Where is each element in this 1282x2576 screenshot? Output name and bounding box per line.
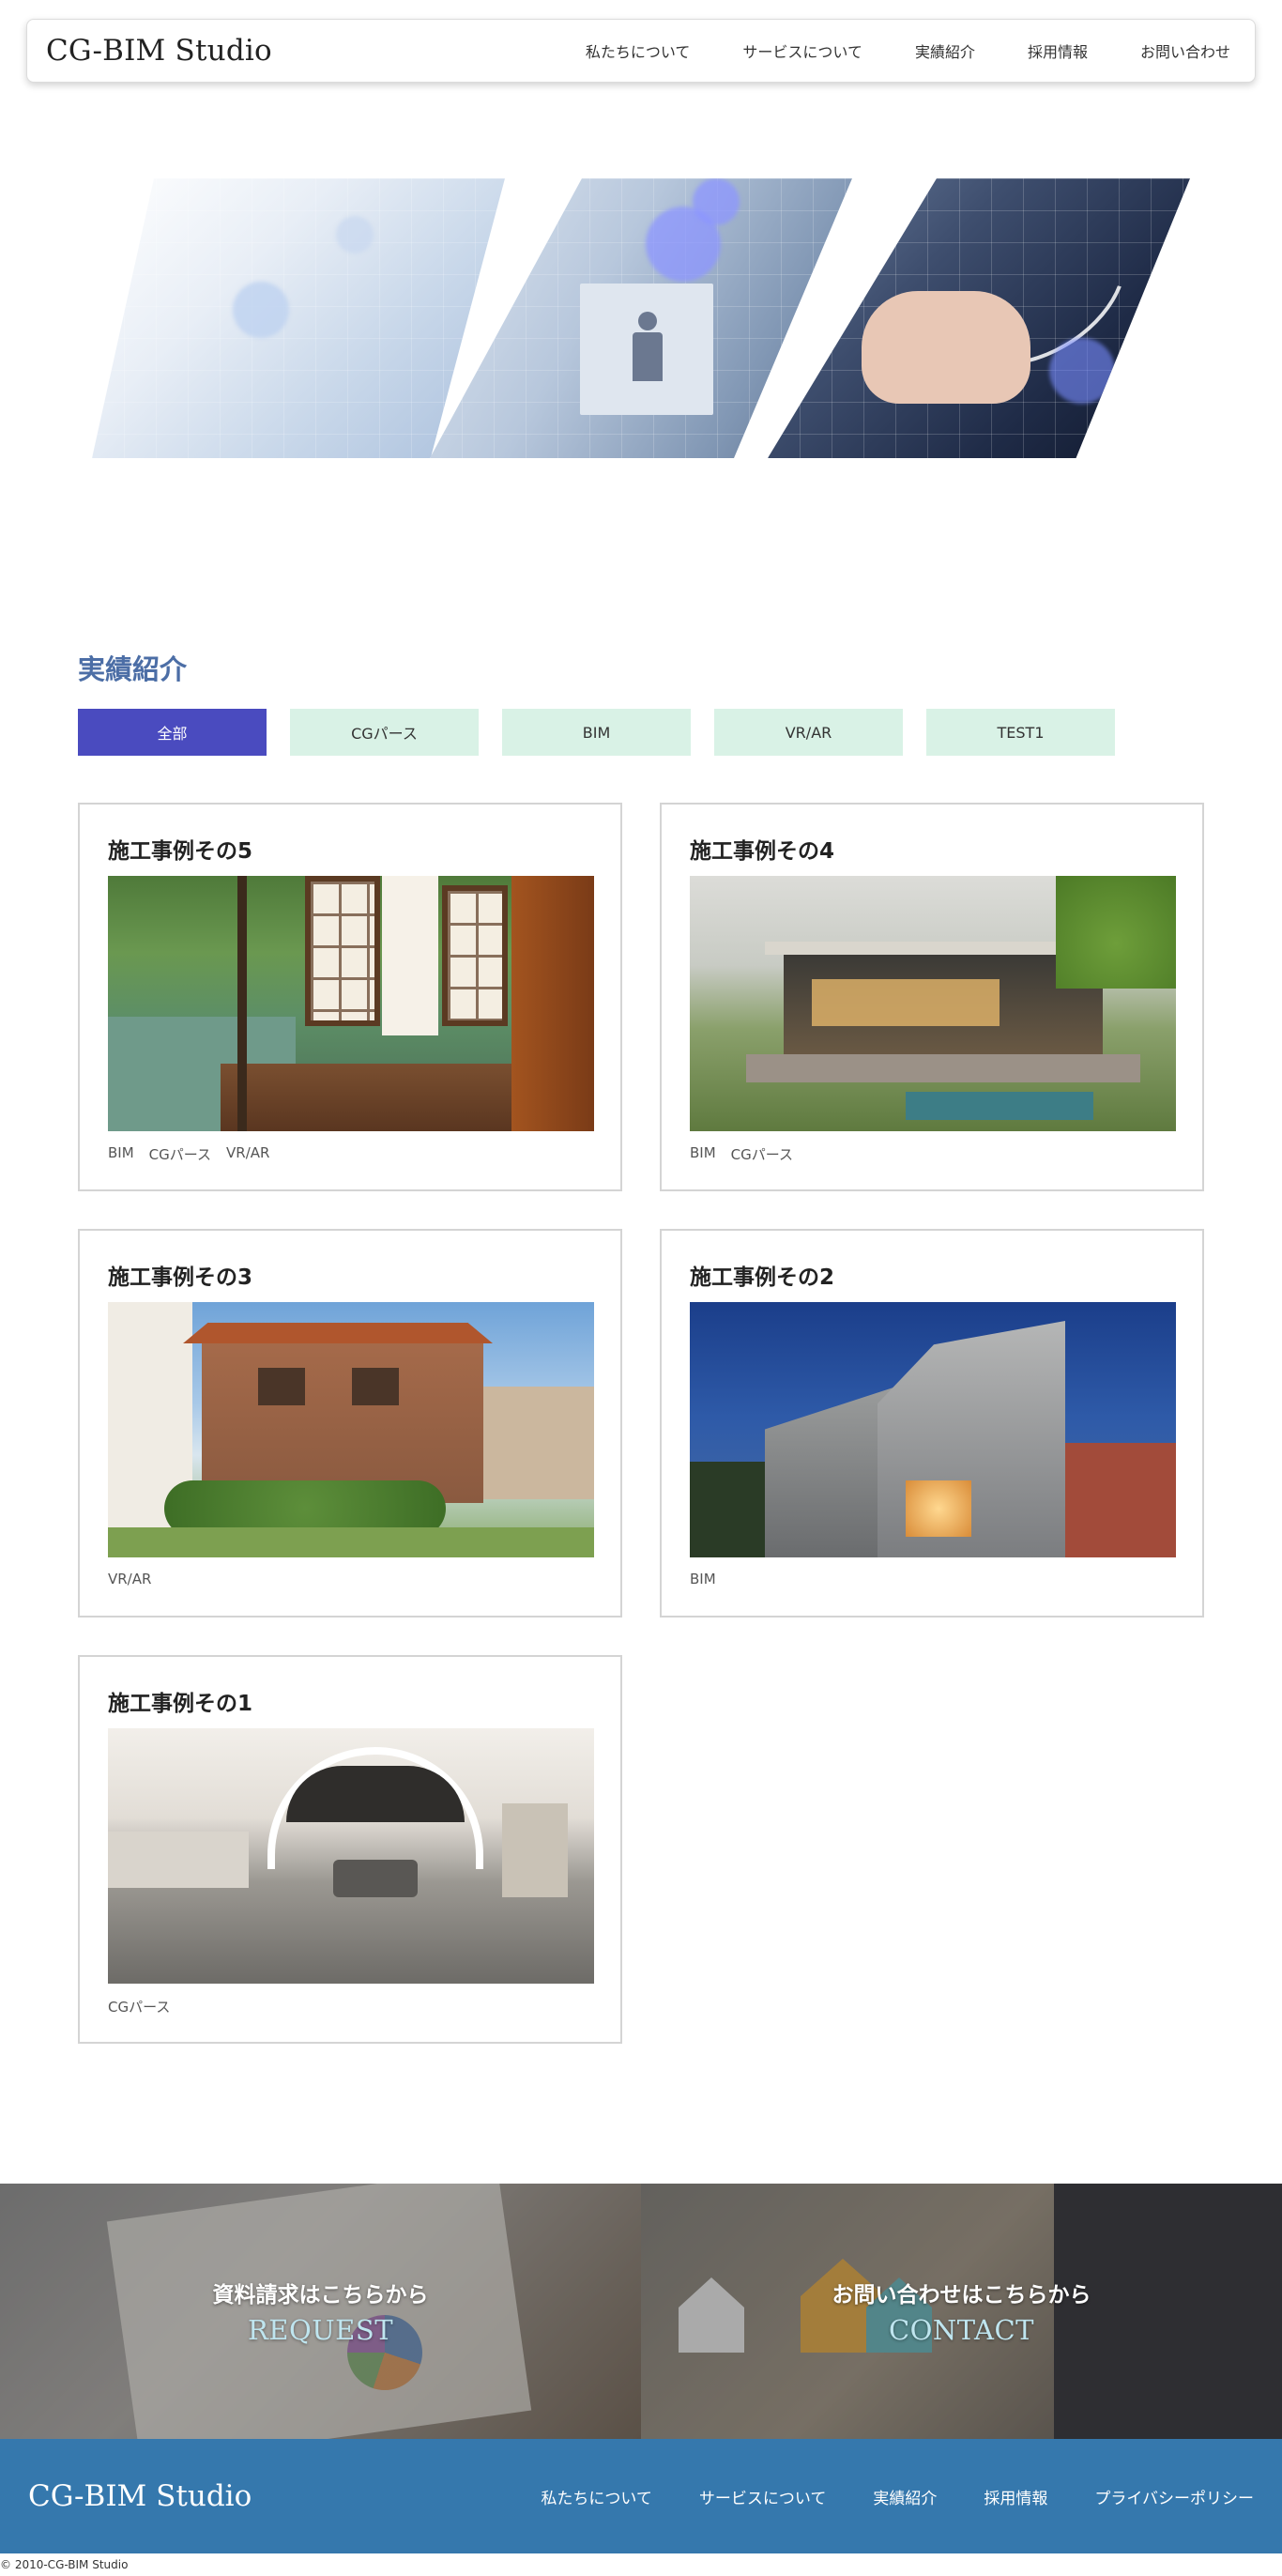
work-card-image xyxy=(690,876,1176,1131)
work-card-tags: CGパース xyxy=(108,1997,170,2016)
work-card-title: 施工事例その4 xyxy=(690,839,835,864)
tag[interactable]: CGパース xyxy=(731,1144,793,1164)
hero-slab-left xyxy=(92,178,505,458)
work-card-tags: VR/AR xyxy=(108,1571,151,1587)
work-card-tags: BIM CGパース xyxy=(690,1144,793,1164)
nav-recruit[interactable]: 採用情報 xyxy=(1028,39,1088,62)
person-icon xyxy=(580,284,713,415)
shoji-door xyxy=(305,876,380,1026)
nav-about[interactable]: 私たちについて xyxy=(586,39,691,62)
filter-test1[interactable]: TEST1 xyxy=(926,709,1115,756)
work-card[interactable]: 施工事例その5 BIM CGパース VR/AR xyxy=(78,803,622,1191)
work-card-image xyxy=(690,1302,1176,1557)
tag[interactable]: BIM xyxy=(108,1144,134,1164)
tag[interactable]: VR/AR xyxy=(108,1571,151,1587)
copyright: © 2010-CG-BIM Studio xyxy=(0,2558,129,2571)
site-footer: CG-BIM Studio 私たちについて サービスについて 実績紹介 採用情報… xyxy=(0,2439,1282,2553)
site-logo[interactable]: CG-BIM Studio xyxy=(46,34,272,68)
work-card[interactable]: 施工事例その4 BIM CGパース xyxy=(660,803,1204,1191)
filter-bar: 全部 CGパース BIM VR/AR TEST1 xyxy=(78,709,1115,756)
section-title-works: 実績紹介 xyxy=(78,653,188,685)
ceiling-dark xyxy=(286,1766,465,1822)
house-body-far xyxy=(483,1387,594,1499)
request-banner[interactable]: 資料請求はこちらから REQUEST xyxy=(0,2184,641,2439)
tag[interactable]: VR/AR xyxy=(226,1144,269,1164)
pool xyxy=(906,1092,1093,1120)
request-banner-label: 資料請求はこちらから xyxy=(212,2283,429,2308)
lawn xyxy=(108,1527,594,1557)
house-body xyxy=(202,1343,483,1503)
filter-all[interactable]: 全部 xyxy=(78,709,267,756)
hero-glow xyxy=(233,282,289,338)
work-card-tags: BIM xyxy=(690,1571,716,1587)
request-banner-title: REQUEST xyxy=(247,2314,394,2346)
work-card-title: 施工事例その3 xyxy=(108,1265,253,1290)
hero-glow xyxy=(1049,338,1115,404)
terrace xyxy=(746,1054,1140,1082)
main-nav: 私たちについて サービスについて 実績紹介 採用情報 お問い合わせ xyxy=(586,39,1230,62)
work-card-image xyxy=(108,876,594,1131)
footer-nav: 私たちについて サービスについて 実績紹介 採用情報 プライバシーポリシー xyxy=(541,2485,1254,2508)
tree xyxy=(1056,876,1176,989)
tag[interactable]: CGパース xyxy=(108,1997,170,2016)
site-header: CG-BIM Studio 私たちについて サービスについて 実績紹介 採用情報… xyxy=(26,19,1256,83)
window-light xyxy=(812,979,1000,1026)
hero-glow xyxy=(693,178,740,225)
nav-services[interactable]: サービスについて xyxy=(742,39,862,62)
warm-light xyxy=(906,1480,971,1537)
banner-overlay xyxy=(0,2184,641,2439)
lounge-chairs xyxy=(333,1860,418,1897)
work-card-image xyxy=(108,1302,594,1557)
nav-works[interactable]: 実績紹介 xyxy=(915,39,975,62)
footer-nav-works[interactable]: 実績紹介 xyxy=(873,2485,937,2508)
shoji-door xyxy=(442,885,508,1026)
person-icon-body xyxy=(633,332,663,381)
shelf xyxy=(502,1803,568,1897)
contact-banner-title: CONTACT xyxy=(888,2314,1035,2346)
filter-vr-ar[interactable]: VR/AR xyxy=(714,709,903,756)
hero-glow xyxy=(336,216,374,253)
hero-banner xyxy=(92,178,1190,458)
filter-cg-perspective[interactable]: CGパース xyxy=(290,709,479,756)
work-card[interactable]: 施工事例その3 VR/AR xyxy=(78,1229,622,1618)
lattice xyxy=(511,876,594,1131)
footer-nav-services[interactable]: サービスについて xyxy=(699,2485,827,2508)
tag[interactable]: BIM xyxy=(690,1144,716,1164)
pillar xyxy=(237,876,247,1131)
contact-banner-label: お問い合わせはこちらから xyxy=(832,2283,1091,2308)
contact-banner[interactable]: お問い合わせはこちらから CONTACT xyxy=(641,2184,1282,2439)
work-card-title: 施工事例その5 xyxy=(108,839,253,864)
counter xyxy=(108,1832,249,1888)
work-card-tags: BIM CGパース VR/AR xyxy=(108,1144,269,1164)
tag[interactable]: CGパース xyxy=(149,1144,211,1164)
footer-logo[interactable]: CG-BIM Studio xyxy=(28,2479,252,2513)
hero-grid xyxy=(92,178,505,458)
person-icon-head xyxy=(638,312,657,330)
tag[interactable]: BIM xyxy=(690,1571,716,1587)
banner-overlay xyxy=(641,2184,1282,2439)
wall xyxy=(382,876,438,1035)
window xyxy=(258,1368,305,1405)
footer-nav-privacy[interactable]: プライバシーポリシー xyxy=(1094,2485,1254,2508)
work-card-title: 施工事例その2 xyxy=(690,1265,835,1290)
nav-contact[interactable]: お問い合わせ xyxy=(1140,39,1230,62)
work-card-image xyxy=(108,1728,594,1984)
hero-hand xyxy=(862,291,1030,404)
neighbor-house xyxy=(1065,1443,1176,1557)
work-card[interactable]: 施工事例その1 CGパース xyxy=(78,1655,622,2044)
roof-tiles xyxy=(183,1323,493,1343)
work-card-title: 施工事例その1 xyxy=(108,1692,253,1716)
concrete-wall xyxy=(765,1387,896,1557)
footer-nav-recruit[interactable]: 採用情報 xyxy=(984,2485,1047,2508)
window xyxy=(352,1368,399,1405)
footer-nav-about[interactable]: 私たちについて xyxy=(541,2485,652,2508)
filter-bim[interactable]: BIM xyxy=(502,709,691,756)
work-card[interactable]: 施工事例その2 BIM xyxy=(660,1229,1204,1618)
